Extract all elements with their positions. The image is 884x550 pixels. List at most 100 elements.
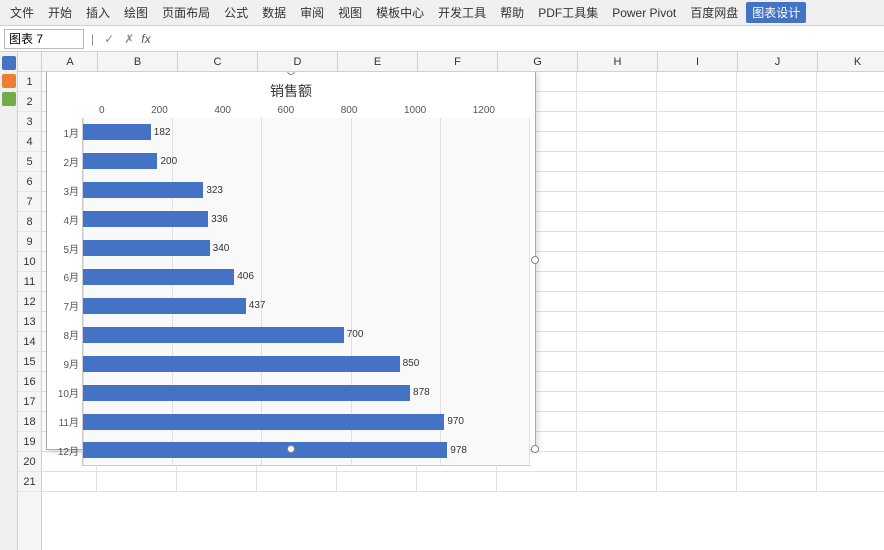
cell-H7[interactable] bbox=[577, 192, 657, 212]
row-header-20[interactable]: 20 bbox=[18, 452, 41, 472]
cell-K12[interactable] bbox=[817, 292, 884, 312]
row-header-21[interactable]: 21 bbox=[18, 472, 41, 492]
row-header-16[interactable]: 16 bbox=[18, 372, 41, 392]
cell-B21[interactable] bbox=[97, 472, 177, 492]
menu-item-数据[interactable]: 数据 bbox=[256, 2, 292, 23]
chart-overlay[interactable]: 销售额 020040060080010001200 1月1822月2003月32… bbox=[46, 70, 536, 450]
col-header-I[interactable]: I bbox=[658, 52, 738, 72]
cell-J3[interactable] bbox=[737, 112, 817, 132]
menu-item-审阅[interactable]: 审阅 bbox=[294, 2, 330, 23]
cell-K15[interactable] bbox=[817, 352, 884, 372]
menu-item-图表设计[interactable]: 图表设计 bbox=[746, 2, 806, 23]
cell-J15[interactable] bbox=[737, 352, 817, 372]
cell-K5[interactable] bbox=[817, 152, 884, 172]
row-header-10[interactable]: 10 bbox=[18, 252, 41, 272]
cell-K20[interactable] bbox=[817, 452, 884, 472]
cell-I1[interactable] bbox=[657, 72, 737, 92]
cell-I7[interactable] bbox=[657, 192, 737, 212]
cell-D21[interactable] bbox=[257, 472, 337, 492]
menu-item-开始[interactable]: 开始 bbox=[42, 2, 78, 23]
cell-K4[interactable] bbox=[817, 132, 884, 152]
cell-K16[interactable] bbox=[817, 372, 884, 392]
cell-J14[interactable] bbox=[737, 332, 817, 352]
cell-H21[interactable] bbox=[577, 472, 657, 492]
cell-K13[interactable] bbox=[817, 312, 884, 332]
menu-item-帮助[interactable]: 帮助 bbox=[494, 2, 530, 23]
row-header-3[interactable]: 3 bbox=[18, 112, 41, 132]
name-box[interactable] bbox=[4, 29, 84, 49]
cell-H13[interactable] bbox=[577, 312, 657, 332]
cell-K6[interactable] bbox=[817, 172, 884, 192]
cell-J10[interactable] bbox=[737, 252, 817, 272]
cell-I14[interactable] bbox=[657, 332, 737, 352]
menu-item-模板中心[interactable]: 模板中心 bbox=[370, 2, 430, 23]
cell-H4[interactable] bbox=[577, 132, 657, 152]
cell-J20[interactable] bbox=[737, 452, 817, 472]
cell-K3[interactable] bbox=[817, 112, 884, 132]
menu-item-公式[interactable]: 公式 bbox=[218, 2, 254, 23]
cell-J12[interactable] bbox=[737, 292, 817, 312]
cell-J19[interactable] bbox=[737, 432, 817, 452]
cell-I18[interactable] bbox=[657, 412, 737, 432]
menu-item-视图[interactable]: 视图 bbox=[332, 2, 368, 23]
cell-K8[interactable] bbox=[817, 212, 884, 232]
col-header-E[interactable]: E bbox=[338, 52, 418, 72]
cell-J11[interactable] bbox=[737, 272, 817, 292]
cell-J1[interactable] bbox=[737, 72, 817, 92]
row-header-9[interactable]: 9 bbox=[18, 232, 41, 252]
cell-H12[interactable] bbox=[577, 292, 657, 312]
menu-item-Power Pivot[interactable]: Power Pivot bbox=[606, 4, 682, 22]
row-header-6[interactable]: 6 bbox=[18, 172, 41, 192]
cell-G21[interactable] bbox=[497, 472, 577, 492]
cell-K11[interactable] bbox=[817, 272, 884, 292]
cell-I17[interactable] bbox=[657, 392, 737, 412]
cell-I2[interactable] bbox=[657, 92, 737, 112]
row-header-13[interactable]: 13 bbox=[18, 312, 41, 332]
cell-A21[interactable] bbox=[42, 472, 97, 492]
menu-item-百度网盘[interactable]: 百度网盘 bbox=[684, 2, 744, 23]
col-header-A[interactable]: A bbox=[43, 52, 98, 72]
sidebar-icon-green[interactable] bbox=[2, 92, 16, 106]
cell-I8[interactable] bbox=[657, 212, 737, 232]
col-header-C[interactable]: C bbox=[178, 52, 258, 72]
cell-K21[interactable] bbox=[817, 472, 884, 492]
cell-J4[interactable] bbox=[737, 132, 817, 152]
cell-J18[interactable] bbox=[737, 412, 817, 432]
cell-H15[interactable] bbox=[577, 352, 657, 372]
cell-K7[interactable] bbox=[817, 192, 884, 212]
cell-I4[interactable] bbox=[657, 132, 737, 152]
cell-H14[interactable] bbox=[577, 332, 657, 352]
row-header-8[interactable]: 8 bbox=[18, 212, 41, 232]
handle-br[interactable] bbox=[531, 445, 539, 453]
cell-H17[interactable] bbox=[577, 392, 657, 412]
cell-I16[interactable] bbox=[657, 372, 737, 392]
menu-item-文件[interactable]: 文件 bbox=[4, 2, 40, 23]
cell-H2[interactable] bbox=[577, 92, 657, 112]
cell-K14[interactable] bbox=[817, 332, 884, 352]
col-header-H[interactable]: H bbox=[578, 52, 658, 72]
check-icon[interactable]: ✓ bbox=[101, 32, 117, 46]
row-header-17[interactable]: 17 bbox=[18, 392, 41, 412]
cell-J13[interactable] bbox=[737, 312, 817, 332]
cell-H3[interactable] bbox=[577, 112, 657, 132]
cell-K17[interactable] bbox=[817, 392, 884, 412]
row-header-2[interactable]: 2 bbox=[18, 92, 41, 112]
formula-input[interactable] bbox=[155, 29, 880, 49]
cell-K10[interactable] bbox=[817, 252, 884, 272]
cell-H8[interactable] bbox=[577, 212, 657, 232]
col-header-J[interactable]: J bbox=[738, 52, 818, 72]
cell-J7[interactable] bbox=[737, 192, 817, 212]
cell-I19[interactable] bbox=[657, 432, 737, 452]
row-header-1[interactable]: 1 bbox=[18, 72, 41, 92]
menu-item-开发工具[interactable]: 开发工具 bbox=[432, 2, 492, 23]
row-header-12[interactable]: 12 bbox=[18, 292, 41, 312]
cell-I15[interactable] bbox=[657, 352, 737, 372]
handle-right[interactable] bbox=[531, 256, 539, 264]
col-header-B[interactable]: B bbox=[98, 52, 178, 72]
row-header-15[interactable]: 15 bbox=[18, 352, 41, 372]
cell-I6[interactable] bbox=[657, 172, 737, 192]
cell-H5[interactable] bbox=[577, 152, 657, 172]
cell-I21[interactable] bbox=[657, 472, 737, 492]
cell-F21[interactable] bbox=[417, 472, 497, 492]
cell-H11[interactable] bbox=[577, 272, 657, 292]
